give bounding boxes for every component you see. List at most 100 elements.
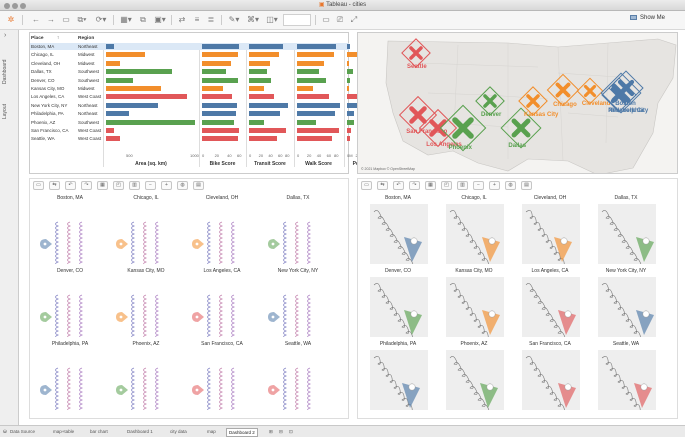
bar-mark[interactable] bbox=[202, 111, 237, 117]
bar-mark[interactable] bbox=[202, 69, 226, 75]
redo-icon[interactable]: ↷ bbox=[81, 181, 92, 190]
show-me-button[interactable]: Show Me bbox=[629, 15, 665, 21]
row-place[interactable]: Cleveland, OH bbox=[31, 61, 60, 66]
city-cell[interactable]: New York City, NY bbox=[592, 268, 660, 338]
zoom-area-icon[interactable]: ▭ bbox=[361, 181, 372, 190]
bar-mark[interactable] bbox=[347, 128, 351, 133]
sort-descending-icon[interactable]: ≣ bbox=[205, 14, 217, 26]
dashboard-tab[interactable]: Dashboard bbox=[2, 52, 15, 92]
sort-ascending-indicator[interactable]: ↑ bbox=[57, 36, 59, 41]
bar-mark[interactable] bbox=[297, 119, 317, 125]
bar-mark[interactable] bbox=[297, 77, 327, 83]
bar-mark[interactable] bbox=[106, 136, 121, 142]
swap-icon[interactable]: ⇄ bbox=[176, 14, 188, 26]
bar-mark[interactable] bbox=[347, 86, 350, 91]
duplicate-icon[interactable]: ⧉ bbox=[137, 14, 149, 26]
bar-mark[interactable] bbox=[202, 128, 239, 133]
back-icon[interactable]: ← bbox=[30, 14, 42, 26]
new-worksheet-icon[interactable]: ⊞ bbox=[269, 429, 273, 435]
new-story-icon[interactable]: ⊡ bbox=[289, 429, 293, 435]
bar-mark[interactable] bbox=[249, 128, 287, 133]
layout-tab[interactable]: Layout bbox=[2, 96, 15, 126]
city-cell[interactable]: San Francisco, CA bbox=[516, 341, 584, 411]
city-cell[interactable]: Philadelphia, PA bbox=[36, 341, 104, 411]
bar-mark[interactable] bbox=[347, 136, 351, 142]
bar-mark[interactable] bbox=[202, 119, 234, 125]
new-worksheet-icon[interactable]: ▦▾ bbox=[118, 14, 134, 26]
city-cell[interactable]: Phoenix, AZ bbox=[440, 341, 508, 411]
clear-icon[interactable]: ▣▾ bbox=[152, 14, 168, 26]
sheet-tab[interactable]: Data Source bbox=[10, 429, 35, 434]
row-place[interactable]: San Francisco, CA bbox=[31, 128, 69, 133]
lasso-icon[interactable]: ◰ bbox=[441, 181, 452, 190]
pan-icon[interactable]: ⇆ bbox=[49, 181, 60, 190]
bar-mark[interactable] bbox=[249, 60, 270, 66]
bar-mark[interactable] bbox=[297, 102, 340, 108]
bar-mark[interactable] bbox=[249, 119, 264, 125]
bar-mark[interactable] bbox=[297, 94, 329, 100]
reset-icon[interactable]: ◍ bbox=[177, 181, 188, 190]
sheet-tab[interactable]: Dashboard 2 bbox=[226, 427, 258, 437]
clear-selection-icon[interactable]: ▥ bbox=[129, 181, 140, 190]
bar-mark[interactable] bbox=[297, 86, 314, 91]
forward-icon[interactable]: → bbox=[45, 14, 57, 26]
share-icon[interactable]: ⤢ bbox=[348, 14, 360, 26]
bar-mark[interactable] bbox=[106, 69, 173, 75]
row-place[interactable]: Dallas, TX bbox=[31, 69, 52, 74]
bar-mark[interactable] bbox=[106, 77, 133, 83]
city-cell[interactable]: Boston, MA bbox=[36, 195, 104, 265]
bar-mark[interactable] bbox=[249, 52, 280, 58]
city-cell[interactable]: Los Angeles, CA bbox=[516, 268, 584, 338]
bar-mark[interactable] bbox=[106, 119, 196, 125]
group-icon[interactable]: ⌘▾ bbox=[245, 14, 261, 26]
sheet-tab[interactable]: map+table bbox=[53, 429, 74, 434]
bar-mark[interactable] bbox=[297, 60, 325, 66]
bar-mark[interactable] bbox=[106, 128, 114, 133]
zoom-out-icon[interactable]: − bbox=[473, 181, 484, 190]
bar-mark[interactable] bbox=[347, 44, 351, 49]
highlight-icon[interactable]: ✎▾ bbox=[226, 14, 242, 26]
row-place[interactable]: Phoenix, AZ bbox=[31, 120, 55, 125]
bar-mark[interactable] bbox=[202, 52, 238, 58]
redo-icon[interactable]: ↷ bbox=[409, 181, 420, 190]
tableau-logo-icon[interactable]: ✲ bbox=[5, 14, 17, 26]
bar-mark[interactable] bbox=[249, 94, 274, 100]
bar-mark[interactable] bbox=[106, 60, 120, 66]
collapse-chevron-icon[interactable]: › bbox=[4, 32, 6, 39]
undo-icon[interactable]: ↶ bbox=[393, 181, 404, 190]
bar-mark[interactable] bbox=[249, 86, 264, 91]
bar-mark[interactable] bbox=[347, 60, 349, 66]
city-cell[interactable]: Kansas City, MO bbox=[440, 268, 508, 338]
reset-icon[interactable]: ◍ bbox=[505, 181, 516, 190]
bar-mark[interactable] bbox=[106, 102, 158, 108]
city-cell[interactable]: Denver, CO bbox=[36, 268, 104, 338]
row-place[interactable]: Kansas City, MO bbox=[31, 86, 64, 91]
new-datasource-icon[interactable]: ⧉▾ bbox=[74, 14, 90, 26]
bar-mark[interactable] bbox=[297, 128, 339, 133]
row-place[interactable]: Los Angeles, CA bbox=[31, 94, 64, 99]
bar-mark[interactable] bbox=[249, 69, 268, 75]
bar-mark[interactable] bbox=[249, 102, 289, 108]
city-cell[interactable]: Cleveland, OH bbox=[516, 195, 584, 265]
bar-mark[interactable] bbox=[202, 77, 239, 83]
bar-mark[interactable] bbox=[106, 94, 187, 100]
sort-ascending-icon[interactable]: ≡ bbox=[191, 14, 203, 26]
city-cell[interactable]: Boston, MA bbox=[364, 195, 432, 265]
presentation-icon[interactable]: ⎚ bbox=[334, 14, 346, 26]
bar-mark[interactable] bbox=[202, 102, 237, 108]
bar-mark[interactable] bbox=[347, 111, 354, 117]
bar-mark[interactable] bbox=[106, 52, 146, 58]
bar-mark[interactable] bbox=[202, 60, 231, 66]
bar-mark[interactable] bbox=[297, 44, 336, 49]
new-dashboard-icon[interactable]: ⊟ bbox=[279, 429, 283, 435]
sheet-tab[interactable]: Dashboard 1 bbox=[127, 429, 153, 434]
save-image-icon[interactable]: ▤ bbox=[193, 181, 204, 190]
city-cell[interactable]: Philadelphia, PA bbox=[364, 341, 432, 411]
bar-mark[interactable] bbox=[249, 136, 277, 142]
bar-mark[interactable] bbox=[297, 69, 319, 75]
city-cell[interactable]: Dallas, TX bbox=[592, 195, 660, 265]
city-cell[interactable]: Seattle, WA bbox=[592, 341, 660, 411]
zoom-out-icon[interactable]: − bbox=[145, 181, 156, 190]
row-place[interactable]: Denver, CO bbox=[31, 78, 55, 83]
row-place[interactable]: Boston, MA bbox=[31, 44, 54, 49]
